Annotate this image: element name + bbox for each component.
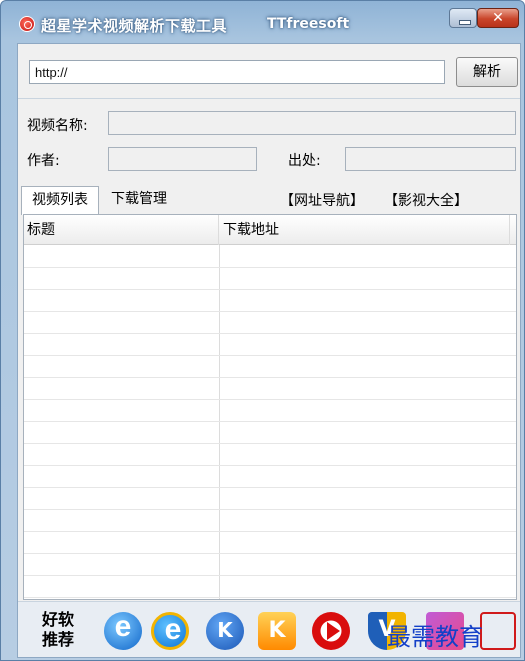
title-bar[interactable]: 超星学术视频解析下载工具 TTfreesoft ✕: [1, 1, 524, 43]
v-shield-icon[interactable]: [368, 612, 406, 650]
table-row-line: [24, 443, 516, 444]
table-row-line: [24, 531, 516, 532]
url-input[interactable]: [29, 60, 445, 84]
table-row-line: [24, 333, 516, 334]
source-field[interactable]: [345, 147, 516, 171]
tab-video-list[interactable]: 视频列表: [21, 186, 99, 215]
app-window: 超星学术视频解析下载工具 TTfreesoft ✕ 解析 视频名称: 作者: 出…: [0, 0, 525, 661]
table-row-line: [24, 597, 516, 598]
movie-collection-link[interactable]: 【影视大全】: [384, 190, 468, 210]
table-row-line: [24, 575, 516, 576]
source-label: 出处:: [288, 153, 321, 169]
k-gift-icon[interactable]: [258, 612, 296, 650]
close-button[interactable]: ✕: [477, 8, 519, 28]
table-row-line: [24, 509, 516, 510]
url-row: 解析: [18, 44, 520, 99]
table-row-line: [24, 311, 516, 312]
table-row-line: [24, 289, 516, 290]
author-label: 作者:: [27, 153, 60, 169]
column-header-download-url[interactable]: 下载地址: [220, 215, 510, 245]
column-divider: [219, 245, 220, 599]
video-info: 视频名称: 作者: 出处:: [18, 100, 520, 182]
table-row-line: [24, 355, 516, 356]
main-panel: 解析 视频名称: 作者: 出处: 视频列表 下载管理 【网址导航】 【影视大全】…: [17, 43, 521, 658]
parse-button[interactable]: 解析: [456, 57, 518, 87]
recommend-bar: 好软 推荐: [18, 601, 520, 657]
recommend-label: 好软 推荐: [36, 610, 80, 650]
table-row-line: [24, 465, 516, 466]
recommend-label-line1: 好软: [41, 610, 74, 629]
ie-gold-ring-icon[interactable]: [151, 612, 192, 650]
window-title: 超星学术视频解析下载工具: [41, 17, 228, 35]
red-app-icon[interactable]: [480, 612, 516, 650]
minimize-button[interactable]: [449, 8, 477, 28]
table-row-line: [24, 267, 516, 268]
table-row-line: [24, 421, 516, 422]
table-row-line: [24, 553, 516, 554]
video-name-label: 视频名称:: [27, 118, 88, 134]
purple-box-icon[interactable]: [426, 612, 464, 650]
k-blue-icon[interactable]: [206, 612, 244, 650]
video-table[interactable]: 标题 下载地址: [23, 214, 517, 600]
recommend-label-line2: 推荐: [41, 630, 74, 649]
tab-download-manager[interactable]: 下载管理: [104, 186, 174, 214]
table-row-line: [24, 377, 516, 378]
author-field[interactable]: [108, 147, 257, 171]
table-row-line: [24, 487, 516, 488]
ie-blue-icon[interactable]: [104, 610, 142, 650]
site-navigation-link[interactable]: 【网址导航】: [280, 190, 364, 210]
column-header-title[interactable]: 标题: [24, 215, 219, 245]
video-name-field[interactable]: [108, 111, 516, 135]
table-header: 标题 下载地址: [24, 215, 516, 245]
table-row-line: [24, 399, 516, 400]
tab-strip: 视频列表 下载管理 【网址导航】 【影视大全】: [18, 182, 520, 215]
app-logo-icon: [19, 16, 35, 32]
red-play-icon[interactable]: [312, 612, 350, 650]
window-brand: TTfreesoft: [267, 16, 350, 32]
